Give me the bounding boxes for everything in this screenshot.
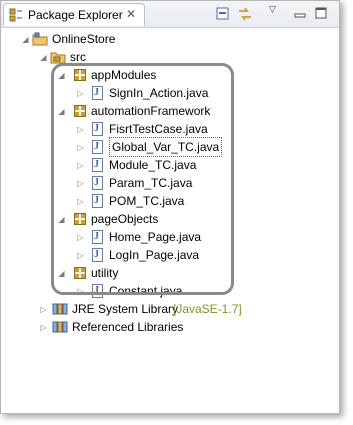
- java-file-icon: J: [92, 122, 103, 136]
- tree-item-java-file[interactable]: ▷ J SignIn_Action.java: [1, 84, 301, 102]
- collapse-arrow-icon[interactable]: ▷: [76, 143, 85, 152]
- expand-arrow-icon[interactable]: ◢: [21, 35, 30, 44]
- library-icon: [52, 320, 68, 336]
- expand-arrow-icon[interactable]: ◢: [57, 215, 66, 224]
- collapse-arrow-icon[interactable]: ▷: [39, 323, 48, 332]
- tree-item-java-file[interactable]: ▷ J Param_TC.java: [1, 174, 301, 192]
- tree-item-package[interactable]: ◢ appModules: [1, 66, 301, 84]
- java-file-icon: J: [92, 284, 103, 298]
- collapse-all-icon[interactable]: [215, 6, 231, 25]
- expand-arrow-icon[interactable]: ◢: [57, 269, 66, 278]
- view-menu-icon[interactable]: ▽: [269, 4, 276, 15]
- tree-item-java-file[interactable]: ▷ J Global_Var_TC.java: [1, 137, 301, 157]
- java-file-icon: J: [92, 230, 103, 244]
- jre-decoration: [JavaSE-1.7]: [173, 302, 242, 316]
- java-file-icon: J: [92, 176, 103, 190]
- package-icon: [74, 69, 86, 81]
- project-tree: ◢ OnlineStore ◢ src ◢ appModules ▷ J Sig…: [1, 27, 339, 413]
- file-label: FisrtTestCase.java: [109, 122, 208, 136]
- collapse-arrow-icon[interactable]: ▷: [76, 89, 85, 98]
- java-file-icon: J: [92, 86, 103, 100]
- java-file-icon: J: [92, 140, 103, 154]
- tree-item-java-file[interactable]: ▷ J POM_TC.java: [1, 192, 301, 210]
- project-label: OnlineStore: [52, 32, 116, 46]
- tree-item-java-file[interactable]: ▷ J LogIn_Page.java: [1, 246, 301, 264]
- file-label: POM_TC.java: [109, 194, 185, 208]
- jre-label: JRE System Library: [72, 302, 179, 316]
- file-label: Param_TC.java: [109, 176, 193, 190]
- collapse-arrow-icon[interactable]: ▷: [76, 197, 85, 206]
- package-icon: [74, 213, 86, 225]
- expand-arrow-icon[interactable]: ◢: [57, 107, 66, 116]
- tree-item-src[interactable]: ◢ src: [1, 48, 301, 66]
- collapse-arrow-icon[interactable]: ▷: [76, 125, 85, 134]
- tree-item-java-file[interactable]: ▷ J Home_Page.java: [1, 228, 301, 246]
- tree-item-java-file[interactable]: ▷ J Constant.java: [1, 282, 301, 300]
- tree-item-jre-library[interactable]: ▷ JRE System Library [JavaSE-1.7]: [1, 300, 321, 318]
- java-file-icon: J: [92, 248, 103, 262]
- tree-item-project[interactable]: ◢ OnlineStore: [1, 30, 301, 48]
- tree-item-referenced-libraries[interactable]: ▷ Referenced Libraries: [1, 318, 301, 336]
- collapse-arrow-icon[interactable]: ▷: [76, 251, 85, 260]
- collapse-arrow-icon[interactable]: ▷: [76, 179, 85, 188]
- java-file-icon: J: [92, 194, 103, 208]
- file-label: SignIn_Action.java: [109, 86, 209, 100]
- collapse-arrow-icon[interactable]: ▷: [76, 287, 85, 296]
- tab-package-explorer[interactable]: Package Explorer ✕: [3, 3, 145, 26]
- package-label: automationFramework: [91, 104, 211, 118]
- collapse-arrow-icon[interactable]: ▷: [76, 233, 85, 242]
- package-label: appModules: [91, 68, 157, 82]
- referenced-libraries-label: Referenced Libraries: [72, 320, 184, 334]
- file-label: Module_TC.java: [109, 158, 197, 172]
- tree-item-package[interactable]: ◢ pageObjects: [1, 210, 301, 228]
- tree-item-java-file[interactable]: ▷ J Module_TC.java: [1, 156, 301, 174]
- package-icon: [74, 105, 86, 117]
- collapse-arrow-icon[interactable]: ▷: [76, 161, 85, 170]
- file-label-selected: Global_Var_TC.java: [109, 137, 223, 157]
- expand-arrow-icon[interactable]: ◢: [39, 53, 48, 62]
- package-label: utility: [91, 266, 119, 280]
- view-tab-bar: Package Explorer ✕ ▽: [1, 1, 339, 28]
- src-label: src: [70, 50, 86, 64]
- package-icon: [74, 267, 86, 279]
- expand-arrow-icon[interactable]: ◢: [57, 71, 66, 80]
- tree-item-package[interactable]: ◢ utility: [1, 264, 301, 282]
- source-folder-icon: [50, 49, 66, 65]
- link-with-editor-icon[interactable]: [237, 6, 253, 25]
- package-explorer-icon: [9, 8, 23, 25]
- tree-item-java-file[interactable]: ▷ J FisrtTestCase.java: [1, 120, 301, 138]
- close-icon[interactable]: ✕: [126, 7, 136, 21]
- view-title: Package Explorer: [28, 8, 123, 22]
- file-label: Home_Page.java: [109, 230, 202, 244]
- project-icon: [32, 31, 48, 47]
- file-label: Constant.java: [109, 284, 183, 298]
- tree-item-package[interactable]: ◢ automationFramework: [1, 102, 301, 120]
- package-label: pageObjects: [91, 212, 159, 226]
- maximize-icon[interactable]: [314, 6, 328, 23]
- java-file-icon: J: [92, 158, 103, 172]
- file-label: LogIn_Page.java: [109, 248, 200, 262]
- package-explorer-view: Package Explorer ✕ ▽ ◢ OnlineStore ◢ src…: [0, 0, 340, 414]
- collapse-arrow-icon[interactable]: ▷: [39, 305, 48, 314]
- minimize-icon[interactable]: [293, 6, 307, 23]
- library-icon: [52, 302, 68, 318]
